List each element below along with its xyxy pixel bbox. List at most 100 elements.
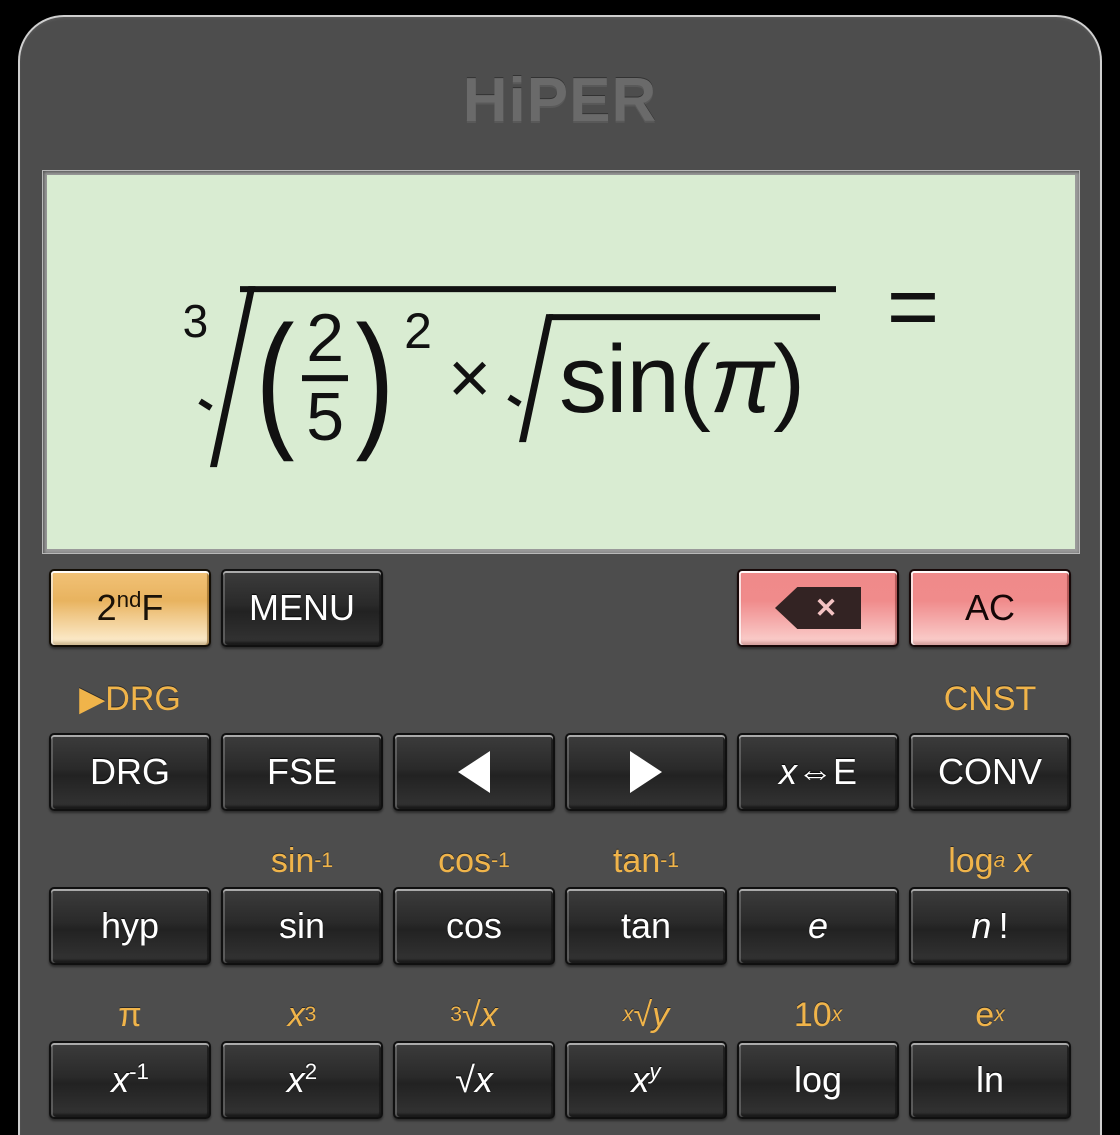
sec-label-arctan: tan -1 (612, 842, 679, 880)
key-cell: AC (904, 569, 1076, 647)
menu-button[interactable]: MENU (221, 569, 383, 647)
sec-label-cnst: CNST (943, 680, 1037, 718)
key-cell: sin (216, 887, 388, 965)
label-cell (560, 673, 732, 725)
secondary-label-row-top: ▶DRG CNST (44, 673, 1076, 725)
cosine-label: cos (445, 905, 503, 946)
label-cell: log a x (904, 835, 1076, 887)
key-cell (388, 733, 560, 811)
key-cell: CONV (904, 733, 1076, 811)
fraction-numerator: 2 (306, 300, 345, 377)
sine-button[interactable]: sin (221, 887, 383, 965)
key-cell: n ! (904, 887, 1076, 965)
sec-label-log-base-a: log a x (948, 842, 1032, 880)
key-cell: 2ndF (44, 569, 216, 647)
app-brand-title: HiPER (462, 66, 658, 135)
x-exchange-e-label: x⇔E (778, 751, 857, 792)
label-cell: ▶DRG (44, 673, 216, 725)
sec-label-arccos: cos -1 (438, 842, 510, 880)
close-paren-glyph: ) (355, 294, 395, 463)
label-cell (732, 835, 904, 887)
label-cell: 10 x (732, 989, 904, 1041)
factorial-button[interactable]: n ! (909, 887, 1071, 965)
label-cell: ex (904, 989, 1076, 1041)
pi-argument: π (709, 326, 774, 434)
label-cell: x √ y (560, 989, 732, 1041)
inner-square-root: sin ( π ) (507, 314, 821, 443)
square-button[interactable]: x2 (221, 1041, 383, 1119)
backspace-button[interactable]: ✕ (737, 569, 899, 647)
radical-sign-icon-inner (507, 315, 549, 443)
key-cell: xy (560, 1041, 732, 1119)
sec-label-ten-pow-x: 10 x (793, 996, 843, 1034)
sec-label-cube-root: 3 √ x (450, 996, 498, 1034)
sec-label-x-cubed: x3 (287, 996, 317, 1034)
label-cell: 3 √ x (388, 989, 560, 1041)
display-bezel: 3 ( 2 5 ) 2 × sin (π) = (42, 170, 1080, 554)
key-cell: x2 (216, 1041, 388, 1119)
secondary-label-row-1: sin -1 cos -1 tan -1 log a x (44, 835, 1076, 887)
keypad-row-1: DRG FSE x⇔E CONV (44, 733, 1076, 811)
label-cell: cos -1 (388, 835, 560, 887)
square-root-button[interactable]: √x (393, 1041, 555, 1119)
calculator-body: HiPER 3 ( 2 5 ) 2 × sin (π) = 2ndF MEN… (18, 15, 1102, 1135)
log-button[interactable]: log (737, 1041, 899, 1119)
natural-log-label: ln (975, 1059, 1005, 1100)
x-exchange-e-button[interactable]: x⇔E (737, 733, 899, 811)
backspace-icon: ✕ (775, 587, 861, 629)
drg-button[interactable]: DRG (49, 733, 211, 811)
label-cell: CNST (904, 673, 1076, 725)
sec-label-arcsin: sin -1 (270, 842, 334, 880)
euler-number-button[interactable]: e (737, 887, 899, 965)
key-cell: tan (560, 887, 732, 965)
arrow-left-icon (458, 751, 490, 793)
arrow-right-icon (630, 751, 662, 793)
power-button[interactable]: xy (565, 1041, 727, 1119)
exponent: 2 (404, 303, 432, 360)
sec-label-x-root-y: x √ y (622, 996, 670, 1034)
natural-log-button[interactable]: ln (909, 1041, 1071, 1119)
cursor-left-button[interactable] (393, 733, 555, 811)
equals-sign: = (886, 257, 940, 358)
tangent-label: tan (620, 905, 672, 946)
key-cell: MENU (216, 569, 388, 647)
lcd-display[interactable]: 3 ( 2 5 ) 2 × sin (π) = (47, 175, 1075, 549)
log-label: log (793, 1059, 843, 1100)
key-cell: x-1 (44, 1041, 216, 1119)
expression: 3 ( 2 5 ) 2 × sin (π) = (47, 257, 1075, 467)
label-cell (732, 673, 904, 725)
reciprocal-label: x-1 (111, 1059, 149, 1100)
multiply-operator: × (447, 336, 492, 420)
fse-label: FSE (266, 751, 337, 792)
conversion-button[interactable]: CONV (909, 733, 1071, 811)
inner-open-paren: ( (678, 326, 711, 434)
menu-label: MENU (249, 587, 355, 628)
outer-cube-root: 3 ( 2 5 ) 2 × sin (π) (183, 286, 837, 467)
sine-label: sin (278, 905, 326, 946)
hyperbolic-button[interactable]: hyp (49, 887, 211, 965)
key-cell: log (732, 1041, 904, 1119)
second-function-button[interactable]: 2ndF (49, 569, 211, 647)
inner-close-paren: ) (773, 326, 805, 434)
key-cell: cos (388, 887, 560, 965)
root-index: 3 (182, 295, 209, 348)
sec-label-e-pow-x: ex (975, 996, 1005, 1034)
radicand: ( 2 5 ) 2 × sin (π) (240, 286, 837, 467)
reciprocal-button[interactable]: x-1 (49, 1041, 211, 1119)
square-root-label: √x (455, 1059, 493, 1100)
key-cell (560, 733, 732, 811)
label-cell: π (44, 989, 216, 1041)
conversion-label: CONV (937, 751, 1042, 792)
fraction-denominator: 5 (306, 379, 345, 456)
all-clear-button[interactable]: AC (909, 569, 1071, 647)
label-cell: sin -1 (216, 835, 388, 887)
all-clear-label: AC (964, 587, 1015, 628)
cursor-right-button[interactable] (565, 733, 727, 811)
tangent-button[interactable]: tan (565, 887, 727, 965)
key-cell: e (732, 887, 904, 965)
sec-label-drg: ▶DRG (79, 680, 181, 718)
factorial-label: n ! (971, 905, 1009, 946)
fse-button[interactable]: FSE (221, 733, 383, 811)
open-paren-glyph: ( (255, 294, 295, 463)
cosine-button[interactable]: cos (393, 887, 555, 965)
